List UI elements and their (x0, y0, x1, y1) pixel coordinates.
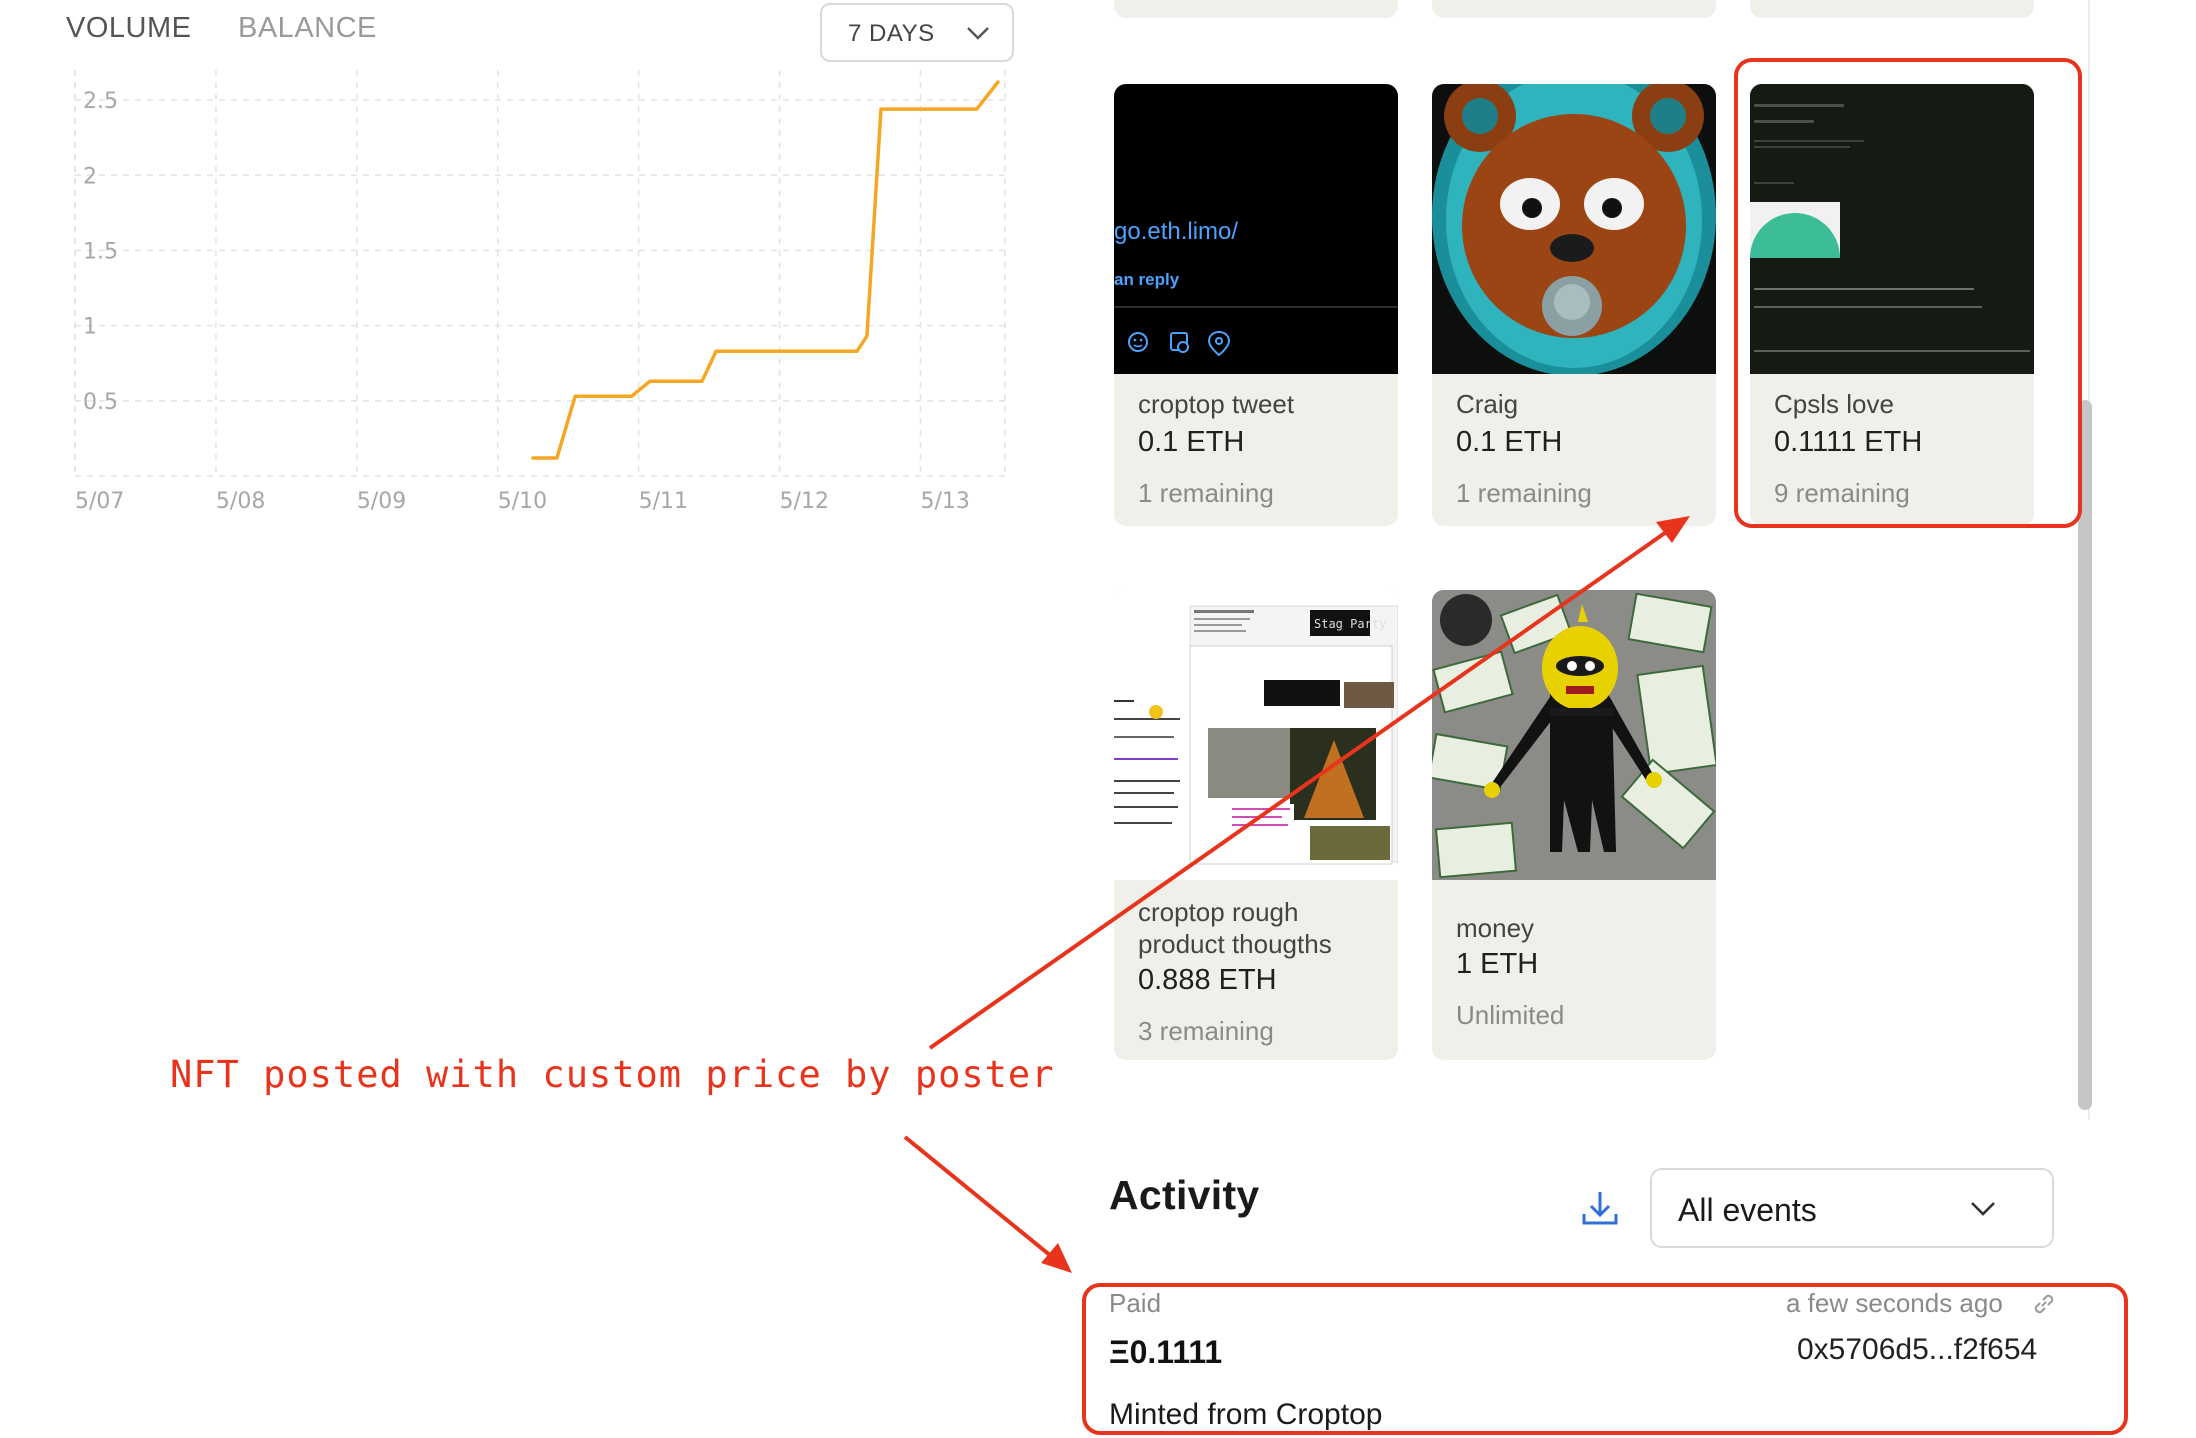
arrowhead-icon (1041, 1243, 1072, 1273)
arrowhead-icon (1656, 516, 1690, 543)
annotation-arrows (903, 516, 1690, 1273)
arrow-to-nft (928, 526, 1674, 1050)
arrow-to-activity (903, 1135, 1064, 1267)
